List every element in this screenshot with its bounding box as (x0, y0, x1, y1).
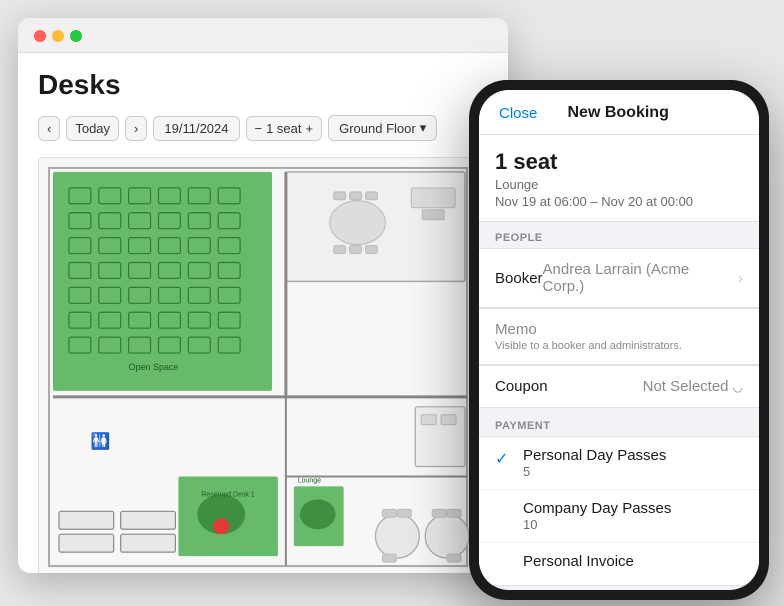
coupon-label: Coupon (495, 378, 548, 395)
booker-value: Andrea Larrain (Acme Corp.) › (543, 261, 743, 295)
payment-option-company-day-passes[interactable]: ✓ Company Day Passes 10 (479, 490, 759, 543)
floor-label: Ground Floor (339, 121, 416, 136)
svg-text:🚻: 🚻 (91, 432, 111, 451)
chevron-down-icon: ▾ (420, 120, 427, 136)
booking-header: 1 seat Lounge Nov 19 at 06:00 – Nov 20 a… (479, 135, 759, 222)
booker-group: Booker Andrea Larrain (Acme Corp.) › (479, 248, 759, 308)
maximize-traffic-light[interactable] (70, 30, 82, 42)
mobile-device: Close New Booking 1 seat Lounge Nov 19 a… (469, 80, 769, 600)
coupon-group: Coupon Not Selected ◡ (479, 365, 759, 408)
prev-button[interactable]: ‹ (38, 116, 60, 141)
payment-info-company: Company Day Passes 10 (523, 500, 671, 532)
floor-selector[interactable]: Ground Floor ▾ (328, 115, 437, 141)
booking-subtitle: Lounge (495, 177, 743, 192)
empty-icon: ✓ (495, 502, 513, 522)
payment-count: 5 (523, 464, 666, 479)
seats-minus[interactable]: − (255, 121, 263, 136)
mobile-body: 1 seat Lounge Nov 19 at 06:00 – Nov 20 a… (479, 135, 759, 590)
payment-option-personal-day-passes[interactable]: ✓ Personal Day Passes 5 (479, 437, 759, 490)
desktop-window: Desks ‹ Today › 19/11/2024 − 1 seat + Gr… (18, 18, 508, 573)
checkmark-icon: ✓ (495, 449, 513, 469)
memo-placeholder: Memo (495, 321, 743, 338)
empty-icon-2: ✓ (495, 555, 513, 575)
traffic-lights (34, 30, 82, 42)
booking-date: Nov 19 at 06:00 – Nov 20 at 00:00 (495, 194, 743, 209)
payment-options-group: ✓ Personal Day Passes 5 ✓ Company Day Pa… (479, 436, 759, 586)
close-button[interactable]: Close (499, 105, 537, 122)
floor-plan: Open Space 🚻 (38, 157, 486, 573)
today-button[interactable]: Today (66, 116, 119, 141)
payment-info-invoice: Personal Invoice (523, 553, 634, 570)
payment-count-company: 10 (523, 517, 671, 532)
booking-title: 1 seat (495, 149, 743, 175)
svg-text:Reserved Desk 1: Reserved Desk 1 (201, 491, 254, 498)
svg-text:Lounge: Lounge (298, 477, 321, 484)
toolbar: ‹ Today › 19/11/2024 − 1 seat + Ground F… (38, 115, 488, 141)
window-content: Desks ‹ Today › 19/11/2024 − 1 seat + Gr… (18, 53, 508, 573)
memo-hint: Visible to a booker and administrators. (495, 340, 743, 352)
mobile-screen: Close New Booking 1 seat Lounge Nov 19 a… (479, 90, 759, 590)
payment-info: Personal Day Passes 5 (523, 447, 666, 479)
payment-section-label: PAYMENT (479, 410, 759, 436)
date-display: 19/11/2024 (153, 116, 239, 141)
mobile-nav: Close New Booking (479, 90, 759, 135)
nav-title: New Booking (568, 104, 669, 122)
people-section-label: PEOPLE (479, 222, 759, 248)
payment-name-invoice: Personal Invoice (523, 553, 634, 570)
window-titlebar (18, 18, 508, 53)
close-traffic-light[interactable] (34, 30, 46, 42)
chevron-right-icon: › (738, 270, 743, 287)
booker-row[interactable]: Booker Andrea Larrain (Acme Corp.) › (479, 249, 759, 307)
seats-control: − 1 seat + (246, 116, 323, 141)
next-button[interactable]: › (125, 116, 147, 141)
minimize-traffic-light[interactable] (52, 30, 64, 42)
page-title: Desks (38, 69, 488, 101)
coupon-row[interactable]: Coupon Not Selected ◡ (479, 366, 759, 407)
memo-field[interactable]: Memo Visible to a booker and administrat… (479, 308, 759, 365)
chevron-down-icon: ◡ (733, 380, 743, 394)
seats-value: 1 seat (266, 121, 301, 136)
svg-text:Open Space: Open Space (129, 362, 179, 372)
seats-plus[interactable]: + (306, 121, 314, 136)
payment-option-personal-invoice[interactable]: ✓ Personal Invoice (479, 543, 759, 585)
coupon-value: Not Selected ◡ (643, 378, 743, 395)
payment-name: Personal Day Passes (523, 447, 666, 464)
payment-name-company: Company Day Passes (523, 500, 671, 517)
booker-label: Booker (495, 270, 543, 287)
